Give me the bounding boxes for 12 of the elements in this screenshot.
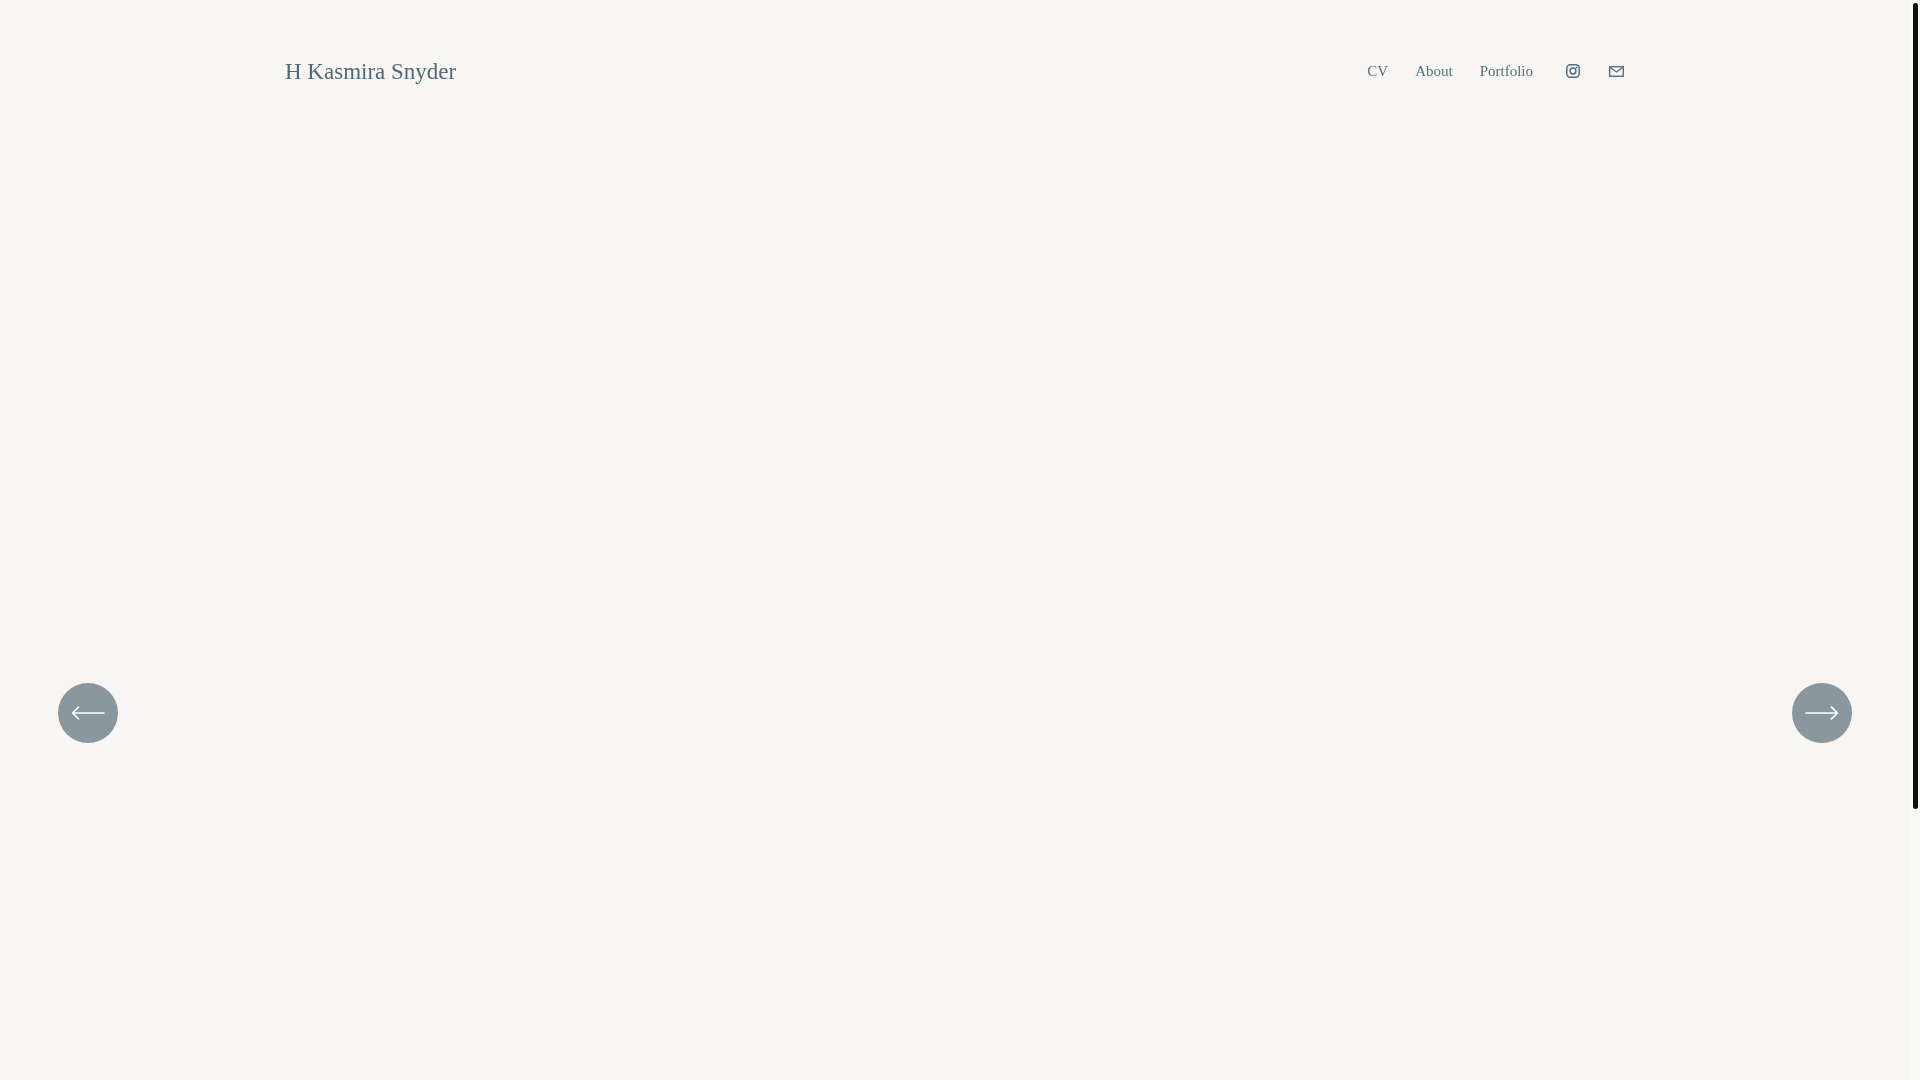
nav-link[interactable]: About: [1415, 63, 1453, 79]
left-arrow-icon: [71, 706, 105, 720]
site-title[interactable]: H Kasmira Snyder: [285, 59, 457, 83]
scrollbar-thumb[interactable]: [1912, 3, 1918, 809]
instagram-icon[interactable]: [1566, 64, 1580, 78]
mail-icon[interactable]: [1609, 65, 1624, 77]
next-button[interactable]: [1792, 683, 1852, 743]
scrollbar[interactable]: [1910, 0, 1920, 1080]
previous-button[interactable]: [58, 683, 118, 743]
nav-link[interactable]: CV: [1367, 63, 1389, 79]
right-arrow-icon: [1805, 706, 1839, 720]
nav-link[interactable]: Portfolio: [1479, 63, 1533, 79]
